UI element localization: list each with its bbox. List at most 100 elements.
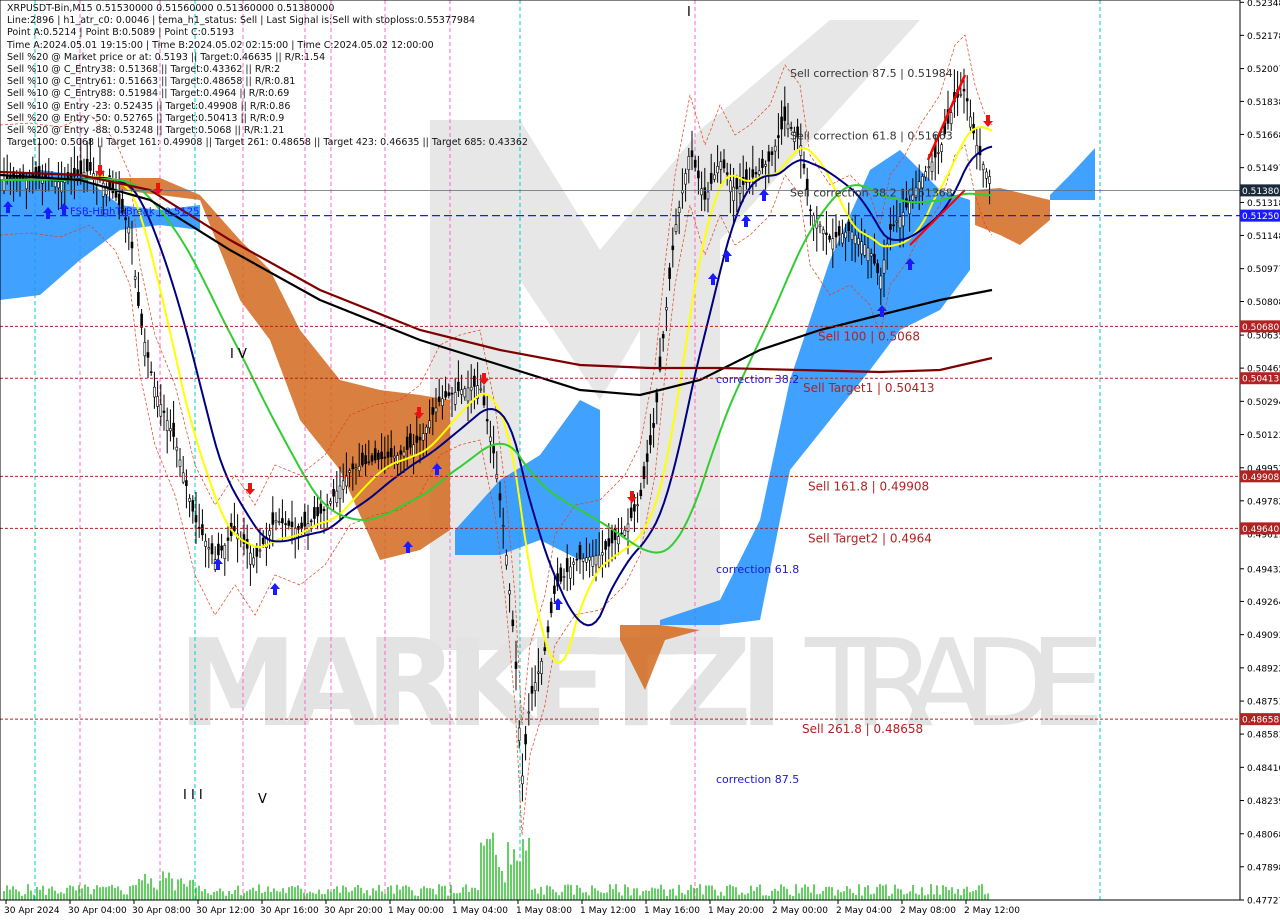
candle-body <box>661 334 665 339</box>
candle-body <box>837 226 841 236</box>
candle-body <box>594 555 598 566</box>
candle-body <box>415 435 419 443</box>
time-tick-label: 30 Apr 16:00 <box>260 906 319 916</box>
candle-body <box>709 172 713 184</box>
candle-body <box>879 275 883 290</box>
candle-body <box>725 172 729 175</box>
candle-body <box>677 207 681 213</box>
candle-body <box>252 557 255 566</box>
candle-body <box>860 241 863 255</box>
candle-body <box>405 436 409 450</box>
candle-body <box>428 420 431 429</box>
price-tick-label: 0.48239 <box>1247 797 1280 807</box>
candle-body <box>165 420 169 432</box>
candle-body <box>373 448 377 461</box>
candle-body <box>178 459 182 467</box>
candle-body <box>604 541 607 550</box>
candle-body <box>479 388 483 391</box>
candle-body <box>530 685 534 694</box>
candle-body <box>940 144 943 152</box>
candle-body <box>127 226 131 234</box>
candle-body <box>569 566 572 579</box>
candle-body <box>757 170 761 175</box>
candle-body <box>389 448 393 458</box>
price-tick-label: 0.52007 <box>1247 65 1280 75</box>
candle-body <box>508 590 511 595</box>
info-line-entry88: Sell %10 @ C_Entry88: 0.51984 || Target:… <box>7 88 290 100</box>
time-tick-label: 1 May 20:00 <box>708 906 764 916</box>
candle-body <box>773 145 777 152</box>
candle-body <box>281 518 284 524</box>
candle-body <box>700 188 703 196</box>
candle-body <box>249 552 252 565</box>
sell-level-label: Sell Target1 | 0.50413 <box>803 381 935 395</box>
candle-body <box>901 212 905 227</box>
candle-body <box>153 386 156 398</box>
candle-body <box>201 524 204 536</box>
candle-body <box>338 485 342 499</box>
candle-body <box>460 389 463 395</box>
wave-label: I I I <box>183 788 203 803</box>
time-tick-label: 2 May 04:00 <box>836 906 892 916</box>
candle-body <box>626 523 630 532</box>
candle-body <box>521 775 524 785</box>
price-tick-label: 0.48922 <box>1247 664 1280 674</box>
price-tick-label: 0.52178 <box>1247 32 1280 42</box>
candle-body <box>309 520 313 523</box>
candle-body <box>341 480 345 490</box>
candle-body <box>194 515 198 523</box>
price-tick-label: 0.51148 <box>1247 232 1280 242</box>
candle-body <box>140 313 143 328</box>
candle-body <box>549 601 553 614</box>
candle-body <box>329 501 332 504</box>
correction-label: correction 61.8 <box>716 563 799 576</box>
correction-label: Sell correction 38.2 | 0.51368 <box>790 187 953 200</box>
time-tick-label: 2 May 12:00 <box>964 906 1020 916</box>
candle-body <box>553 585 556 594</box>
candle-body <box>188 498 191 502</box>
candle-body <box>514 661 518 669</box>
time-tick-label: 1 May 12:00 <box>580 906 636 916</box>
candle-body <box>786 123 790 130</box>
price-tick-label: 0.51318 <box>1247 199 1280 209</box>
blue-level-tag: 0.51250 <box>1242 212 1279 222</box>
candle-body <box>370 455 374 462</box>
candle-body <box>930 161 934 172</box>
price-tick-label: 0.49093 <box>1247 631 1280 641</box>
info-line-targets: Target100: 0.5068 || Target 161: 0.49908… <box>7 137 528 149</box>
candle-body <box>770 151 774 155</box>
candle-body <box>335 490 339 503</box>
sell-level-tag: 0.50680 <box>1242 323 1279 333</box>
candle-body <box>217 543 220 556</box>
candle-body <box>463 388 467 398</box>
candle-body <box>924 171 927 178</box>
price-tick-label: 0.48751 <box>1247 698 1280 708</box>
candle-body <box>197 527 201 529</box>
candle-body <box>444 391 447 398</box>
candle-body <box>697 170 700 179</box>
current-price-tag: 0.51380 <box>1242 187 1279 197</box>
sell-level-label: Sell 261.8 | 0.48658 <box>802 722 923 736</box>
watermark-text-left: MARKETZI <box>178 615 788 754</box>
candle-body <box>172 422 175 437</box>
candle-body <box>156 396 159 407</box>
candle-body <box>271 512 275 525</box>
price-tick-label: 0.49782 <box>1247 497 1280 507</box>
candle-body <box>511 619 515 627</box>
candle-body <box>927 166 931 169</box>
candle-body <box>124 217 127 221</box>
candle-body <box>293 527 297 539</box>
candle-body <box>985 171 988 179</box>
time-tick-label: 1 May 00:00 <box>388 906 444 916</box>
candle-body <box>146 352 150 358</box>
candle-body <box>421 433 425 441</box>
candle-body <box>684 173 687 185</box>
candle-body <box>185 480 188 486</box>
candle-body <box>287 520 291 526</box>
candle-body <box>437 396 441 402</box>
price-tick-label: 0.51668 <box>1247 131 1280 141</box>
candle-body <box>434 407 438 413</box>
candle-body <box>889 224 892 230</box>
candle-body <box>498 493 502 501</box>
candle-body <box>505 555 508 566</box>
